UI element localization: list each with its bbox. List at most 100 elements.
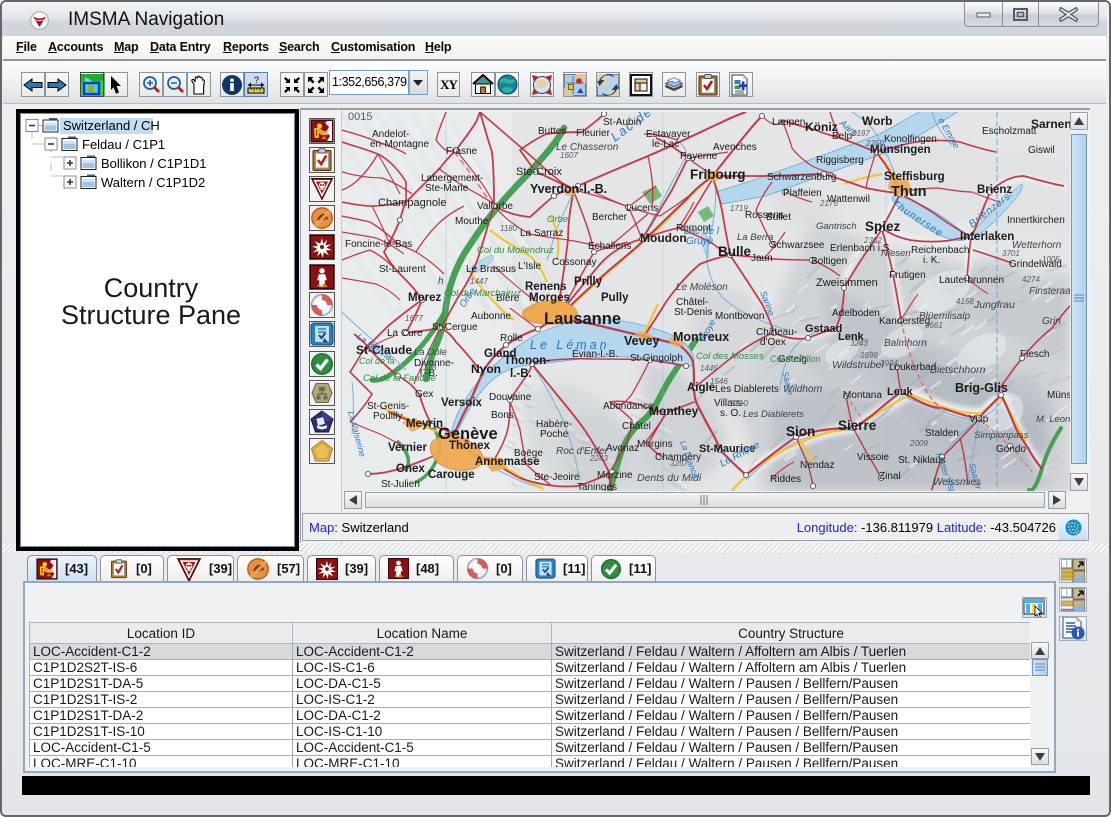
svg-text:3698: 3698 xyxy=(860,351,878,360)
svg-text:Ste-Jeoire: Ste-Jeoire xyxy=(534,472,580,483)
svg-text:Pully: Pully xyxy=(601,292,629,304)
svg-text:Visp: Visp xyxy=(969,414,989,425)
svg-text:Col de la Faucille: Col de la Faucille xyxy=(363,373,436,384)
svg-text:Gondo: Gondo xyxy=(996,444,1026,455)
svg-text:2210: 2210 xyxy=(729,399,748,408)
svg-text:Riggisberg: Riggisberg xyxy=(816,155,864,166)
svg-text:Zinal: Zinal xyxy=(879,471,901,482)
svg-text:Echallens: Echallens xyxy=(588,241,631,252)
svg-text:0015: 0015 xyxy=(348,112,372,123)
svg-text:Carouge: Carouge xyxy=(428,469,475,481)
svg-text:Lausanne: Lausanne xyxy=(544,310,621,328)
svg-text:Bulle: Bulle xyxy=(718,244,751,259)
svg-text:Col du Mollendruz: Col du Mollendruz xyxy=(477,245,554,256)
svg-text:Orbe: Orbe xyxy=(547,214,568,225)
svg-text:Vissoie: Vissoie xyxy=(857,452,889,463)
svg-text:Buttes: Buttes xyxy=(538,126,566,137)
svg-text:Les Diablerets: Les Diablerets xyxy=(743,409,804,420)
svg-text:Münste: Münste xyxy=(1047,390,1070,401)
svg-text:2009: 2009 xyxy=(909,439,928,448)
svg-text:Jaun: Jaun xyxy=(751,253,773,264)
svg-text:Bullet: Bullet xyxy=(766,212,791,223)
svg-text:Col du Pillon: Col du Pillon xyxy=(770,354,821,364)
svg-text:3243: 3243 xyxy=(850,339,868,348)
svg-text:Gstaad: Gstaad xyxy=(805,323,842,335)
svg-text:1128: 1128 xyxy=(419,363,437,372)
svg-text:Vevey: Vevey xyxy=(624,334,660,348)
svg-text:Waltern / C1P1D2: Waltern / C1P1D2 xyxy=(101,175,205,190)
svg-text:Morez: Morez xyxy=(408,292,441,304)
svg-text:i. K.: i. K. xyxy=(923,255,940,266)
svg-text:Rolle: Rolle xyxy=(500,333,523,344)
svg-text:Gex: Gex xyxy=(415,389,433,400)
svg-text:Adelboden: Adelboden xyxy=(832,308,880,319)
svg-text:Col des Mosses: Col des Mosses xyxy=(696,351,764,362)
svg-text:4158: 4158 xyxy=(956,297,974,306)
svg-text:Douvaine: Douvaine xyxy=(489,392,532,403)
svg-text:La Sarraz: La Sarraz xyxy=(520,228,563,239)
svg-text:La Cure: La Cure xyxy=(387,328,423,339)
svg-text:Morges: Morges xyxy=(529,292,570,304)
svg-text:Lauterbrunnen: Lauterbrunnen xyxy=(939,275,1004,286)
svg-text:Stalden: Stalden xyxy=(925,428,959,439)
svg-text:Niesen: Niesen xyxy=(881,248,911,259)
svg-text:Ste-Croix: Ste-Croix xyxy=(516,166,562,178)
svg-text:Bons: Bons xyxy=(491,410,514,421)
svg-text:Interlaken: Interlaken xyxy=(960,231,1014,243)
svg-text:Wildstrubel: Wildstrubel xyxy=(832,359,885,371)
svg-text:Fiesch: Fiesch xyxy=(1020,349,1049,360)
svg-text:St-Gingolph: St-Gingolph xyxy=(630,353,683,364)
svg-text:1719: 1719 xyxy=(730,204,748,213)
svg-text:St-Denis: St-Denis xyxy=(674,307,712,318)
svg-text:Montana: Montana xyxy=(843,390,882,401)
svg-text:Schwarzenburg: Schwarzenburg xyxy=(767,172,836,183)
svg-text:Boltigen: Boltigen xyxy=(811,256,847,267)
svg-text:Aubonne: Aubonne xyxy=(471,311,511,322)
svg-text:Gruyè: Gruyè xyxy=(686,236,714,247)
svg-text:Bercher: Bercher xyxy=(592,212,628,223)
svg-text:3661: 3661 xyxy=(925,321,943,330)
svg-text:3257: 3257 xyxy=(670,459,688,468)
svg-text:Leuk: Leuk xyxy=(887,386,914,398)
svg-text:d'Oex: d'Oex xyxy=(760,337,786,348)
svg-text:La Dôle: La Dôle xyxy=(414,347,447,358)
svg-text:Laupen: Laupen xyxy=(772,117,805,128)
svg-text:Finsteraarho: Finsteraarho xyxy=(1029,286,1070,297)
svg-text:La Berra: La Berra xyxy=(737,232,773,243)
svg-text:Steffisburg: Steffisburg xyxy=(884,171,945,183)
svg-text:Col du Marchairuz: Col du Marchairuz xyxy=(444,288,521,299)
svg-text:St-Laurent: St-Laurent xyxy=(379,264,426,275)
svg-text:Châtel: Châtel xyxy=(622,421,651,432)
svg-text:Frasne: Frasne xyxy=(446,146,478,157)
svg-text:Nendaz: Nendaz xyxy=(800,460,834,471)
svg-text:Grin: Grin xyxy=(1042,316,1061,327)
svg-text:Boëge: Boëge xyxy=(514,448,543,459)
svg-text:Monthey: Monthey xyxy=(649,404,699,418)
svg-text:Champagnole: Champagnole xyxy=(378,197,447,209)
svg-text:Meyrin: Meyrin xyxy=(406,418,443,430)
svg-text:Fribourg: Fribourg xyxy=(690,167,746,182)
svg-text:1447: 1447 xyxy=(470,277,488,286)
svg-text:1546: 1546 xyxy=(710,377,728,386)
svg-text:M. Leone: M. Leone xyxy=(1036,414,1070,425)
svg-text:Giswil: Giswil xyxy=(1028,145,1055,156)
svg-text:Mouthe: Mouthe xyxy=(455,216,489,227)
svg-text:Konolfingen: Konolfingen xyxy=(884,134,937,145)
svg-text:1180: 1180 xyxy=(500,224,518,233)
svg-text:Gantrisch: Gantrisch xyxy=(816,221,857,232)
svg-text:Schwarzsee: Schwarzsee xyxy=(770,240,825,251)
svg-text:2175: 2175 xyxy=(819,199,838,208)
svg-text:Avoriaz: Avoriaz xyxy=(606,443,639,454)
svg-text:en-Montagne: en-Montagne xyxy=(370,139,429,150)
svg-text:Le Léman: Le Léman xyxy=(530,338,610,352)
svg-text:Foncine-le-Bas: Foncine-le-Bas xyxy=(345,239,412,250)
svg-text:2243: 2243 xyxy=(589,454,608,463)
svg-text:Lucens: Lucens xyxy=(626,203,658,214)
svg-text:Versoix: Versoix xyxy=(441,397,483,409)
svg-text:2350: 2350 xyxy=(865,139,884,148)
svg-text:Riddes: Riddes xyxy=(770,474,801,485)
svg-text:Montbovon: Montbovon xyxy=(715,311,764,322)
svg-text:Spiez: Spiez xyxy=(865,219,901,234)
svg-text:Switzerland / CH: Switzerland / CH xyxy=(63,118,160,133)
svg-text:Abondance: Abondance xyxy=(603,401,654,412)
